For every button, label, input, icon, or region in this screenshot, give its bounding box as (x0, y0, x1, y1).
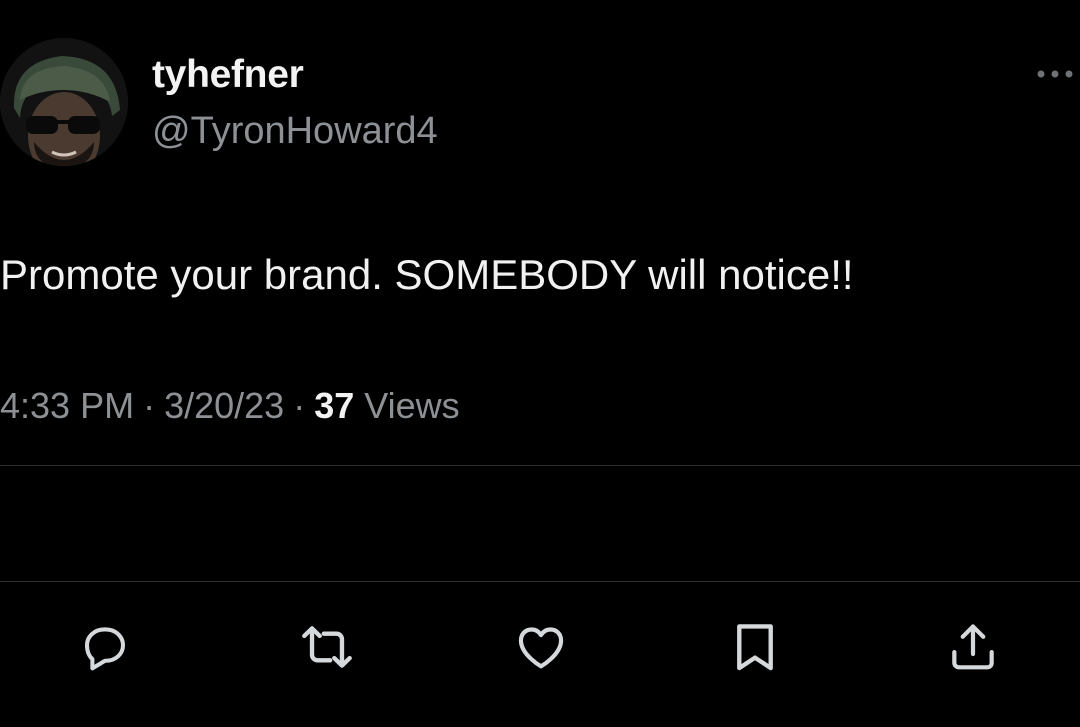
retweet-button[interactable] (294, 614, 360, 680)
author-display-name[interactable]: tyhefner (152, 52, 304, 98)
more-options-button[interactable] (1030, 56, 1080, 92)
share-button[interactable] (940, 614, 1006, 680)
tweet-meta: 4:33 PM · 3/20/23 · 37 Views (0, 383, 460, 429)
retweet-icon (302, 626, 352, 668)
tweet-text: Promote your brand. SOMEBODY will notice… (0, 251, 854, 298)
meta-separator: · (293, 385, 306, 426)
author-handle[interactable]: @TyronHoward4 (152, 108, 438, 154)
tweet-time[interactable]: 4:33 PM (0, 385, 134, 426)
heart-icon (518, 627, 564, 669)
divider (0, 465, 1080, 466)
bookmark-icon (737, 624, 773, 671)
views-count: 37 (314, 385, 355, 426)
divider (0, 581, 1080, 582)
reply-button[interactable] (72, 614, 138, 680)
meta-separator: · (143, 385, 156, 426)
views-label: Views (364, 385, 460, 426)
share-icon (952, 624, 994, 670)
more-dots-icon (1037, 70, 1073, 78)
user-avatar-icon (0, 38, 128, 166)
bookmark-button[interactable] (722, 614, 788, 680)
tweet-date[interactable]: 3/20/23 (164, 385, 284, 426)
like-button[interactable] (508, 614, 574, 680)
author-avatar[interactable] (0, 38, 128, 166)
reply-icon (84, 627, 126, 671)
